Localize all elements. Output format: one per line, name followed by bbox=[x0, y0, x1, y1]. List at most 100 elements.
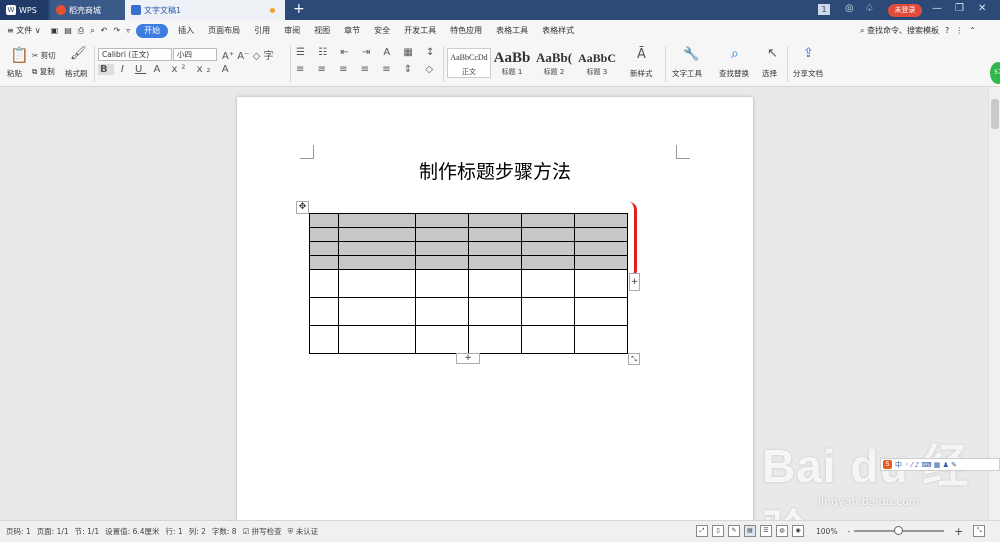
table-cell[interactable] bbox=[338, 297, 416, 326]
table-row[interactable] bbox=[309, 227, 628, 242]
status-page[interactable]: 页码: 1 bbox=[6, 526, 31, 537]
tab-wps-home[interactable]: W WPS bbox=[0, 0, 48, 20]
status-setting[interactable]: 设置值: 6.4厘米 bbox=[105, 526, 159, 537]
fit-page-icon[interactable]: ⤡ bbox=[973, 525, 986, 537]
font-format-icons[interactable]: B I U A x² x₂ A bbox=[98, 64, 233, 75]
new-tab-button[interactable]: + bbox=[293, 1, 305, 17]
document-table[interactable] bbox=[309, 213, 628, 354]
table-cell[interactable] bbox=[468, 241, 522, 256]
tab-chapter[interactable]: 章节 bbox=[337, 20, 367, 42]
tab-document[interactable]: 文字文稿1 bbox=[125, 0, 285, 20]
more-icon[interactable]: ⋮ bbox=[955, 20, 963, 42]
table-row[interactable] bbox=[309, 297, 628, 326]
style-heading-1[interactable]: AaBb 标题 1 bbox=[491, 48, 533, 78]
table-cell[interactable] bbox=[574, 227, 628, 242]
table-cell[interactable] bbox=[338, 213, 416, 228]
table-row[interactable] bbox=[309, 269, 628, 298]
collapse-ribbon-icon[interactable]: ⌃ bbox=[969, 20, 976, 42]
table-cell[interactable] bbox=[309, 297, 339, 326]
table-row[interactable] bbox=[309, 255, 628, 270]
write-mode-icon[interactable]: ✎ bbox=[728, 525, 740, 537]
table-cell[interactable] bbox=[574, 241, 628, 256]
ime-toolbar[interactable]: S 中 ◦ ⁄ ♪ ⌨ ▦ ♟ ✎ bbox=[880, 458, 1000, 471]
table-cell[interactable] bbox=[521, 255, 575, 270]
zoom-out-button[interactable]: - bbox=[847, 527, 850, 536]
table-cell[interactable] bbox=[415, 227, 469, 242]
text-tools-button[interactable]: 文字工具 bbox=[672, 68, 702, 79]
zoom-in-button[interactable]: + bbox=[954, 525, 963, 538]
tab-insert[interactable]: 插入 bbox=[171, 20, 201, 42]
table-cell[interactable] bbox=[574, 297, 628, 326]
status-pages[interactable]: 页面: 1/1 bbox=[37, 526, 69, 537]
table-cell[interactable] bbox=[521, 241, 575, 256]
table-cell[interactable] bbox=[309, 269, 339, 298]
table-cell[interactable] bbox=[415, 241, 469, 256]
tab-special-apps[interactable]: 特色应用 bbox=[443, 20, 489, 42]
tab-table-tools[interactable]: 表格工具 bbox=[489, 20, 535, 42]
table-cell[interactable] bbox=[468, 325, 522, 354]
redo-icon[interactable]: ↷ bbox=[110, 20, 123, 42]
tab-page-layout[interactable]: 页面布局 bbox=[201, 20, 247, 42]
zoom-slider-knob[interactable] bbox=[894, 526, 904, 535]
table-cell[interactable] bbox=[574, 213, 628, 228]
table-cell[interactable] bbox=[309, 255, 339, 270]
table-cell[interactable] bbox=[415, 213, 469, 228]
minimize-icon[interactable]: — bbox=[932, 3, 942, 14]
cut-button[interactable]: ✂ 剪切 bbox=[32, 50, 56, 61]
tab-developer[interactable]: 开发工具 bbox=[397, 20, 443, 42]
fullscreen-view-icon[interactable]: ⤢ bbox=[696, 525, 708, 537]
table-row[interactable] bbox=[309, 325, 628, 354]
undo-icon[interactable]: ↶ bbox=[98, 20, 111, 42]
ime-mode-label[interactable]: 中 bbox=[895, 460, 902, 470]
style-heading-2[interactable]: AaBb( 标题 2 bbox=[533, 48, 575, 78]
cursor-icon[interactable]: ↖ bbox=[767, 46, 778, 61]
table-cell[interactable] bbox=[574, 325, 628, 354]
add-row-button[interactable]: + bbox=[456, 353, 480, 364]
find-icon[interactable]: ⌕ bbox=[731, 46, 739, 62]
save-icon[interactable]: ▣ bbox=[48, 20, 62, 42]
skin-icon[interactable]: ◎ bbox=[845, 3, 854, 14]
style-heading-3[interactable]: AaBbC 标题 3 bbox=[575, 48, 619, 78]
table-cell[interactable] bbox=[468, 213, 522, 228]
table-resize-handle-icon[interactable]: ⤡ bbox=[628, 353, 640, 365]
tab-home[interactable]: 开始 bbox=[136, 24, 169, 38]
style-normal[interactable]: AaBbCcDd 正文 bbox=[447, 48, 491, 78]
tab-view[interactable]: 视图 bbox=[307, 20, 337, 42]
table-row[interactable] bbox=[309, 241, 628, 256]
table-cell[interactable] bbox=[309, 213, 339, 228]
add-column-button[interactable]: + bbox=[629, 273, 640, 291]
read-mode-icon[interactable]: ▯ bbox=[712, 525, 724, 537]
tab-docer-store[interactable]: 稻壳商城 bbox=[50, 0, 125, 20]
status-word-count[interactable]: 字数: 8 bbox=[212, 526, 237, 537]
table-cell[interactable] bbox=[574, 255, 628, 270]
font-name-select[interactable]: Calibri (正文) bbox=[98, 48, 172, 61]
shirt-icon[interactable]: ♤ bbox=[865, 3, 874, 14]
table-cell[interactable] bbox=[309, 325, 339, 354]
ime-punct-icon[interactable]: ◦ ⁄ ♪ ⌨ ▦ ♟ ✎ bbox=[905, 461, 957, 469]
table-cell[interactable] bbox=[338, 227, 416, 242]
table-cell[interactable] bbox=[468, 297, 522, 326]
eye-protect-icon[interactable]: ◉ bbox=[792, 525, 804, 537]
table-cell[interactable] bbox=[415, 269, 469, 298]
certification-status[interactable]: ⛨ 未认证 bbox=[288, 526, 319, 537]
table-cell[interactable] bbox=[338, 241, 416, 256]
status-column[interactable]: 列: 2 bbox=[189, 526, 206, 537]
table-cell[interactable] bbox=[309, 241, 339, 256]
status-row[interactable]: 行: 1 bbox=[166, 526, 183, 537]
table-cell[interactable] bbox=[338, 325, 416, 354]
new-style-icon[interactable]: Ā bbox=[637, 47, 646, 62]
format-painter-button[interactable]: 格式刷 bbox=[65, 68, 88, 79]
table-cell[interactable] bbox=[521, 269, 575, 298]
document-title[interactable]: 制作标题步骤方法 bbox=[237, 157, 753, 184]
login-button[interactable]: 未登录 bbox=[888, 4, 922, 17]
format-painter-icon[interactable]: 🖌 bbox=[70, 46, 87, 61]
table-cell[interactable] bbox=[468, 255, 522, 270]
table-cell[interactable] bbox=[468, 227, 522, 242]
tab-references[interactable]: 引用 bbox=[247, 20, 277, 42]
restore-icon[interactable]: ❐ bbox=[955, 3, 964, 14]
grow-font-icon[interactable]: A⁺ A⁻ ◇ 字 bbox=[222, 47, 273, 62]
list-icons[interactable]: ☰ ☷ ⇤ ⇥ A ▦ ↕ bbox=[296, 47, 439, 58]
table-cell[interactable] bbox=[574, 269, 628, 298]
search-commands[interactable]: ⌕ 查找命令、搜索模板 bbox=[860, 20, 939, 42]
status-section[interactable]: 节: 1/1 bbox=[75, 526, 99, 537]
